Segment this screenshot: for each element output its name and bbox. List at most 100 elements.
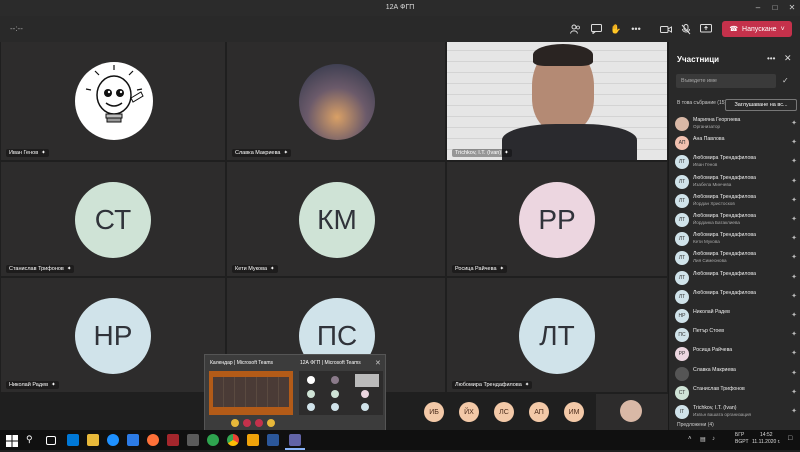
mic-muted-icon[interactable]: ✦ (791, 157, 797, 165)
mic-muted-icon[interactable]: ✦ (791, 407, 797, 415)
participant-row[interactable]: Славка Макриева ✦ (675, 365, 797, 383)
video-tile[interactable]: КМ Кети Мукова ✦ (227, 162, 445, 276)
minimize-icon[interactable]: – (752, 2, 764, 14)
mute-all-button[interactable]: Заглушаване на вс... (725, 99, 797, 111)
app-icon[interactable] (187, 434, 199, 446)
mic-muted-icon[interactable]: ✦ (791, 177, 797, 185)
video-tile[interactable]: РР Росица Райчева ✦ (447, 162, 667, 276)
video-tile[interactable]: Славка Макриева ✦ (227, 42, 445, 160)
raise-hand-icon[interactable]: ✋ (609, 22, 623, 36)
preview-control-icon[interactable] (267, 419, 275, 427)
input-language-secondary[interactable]: BGPT (735, 439, 749, 445)
participant-row[interactable]: ПС Петър Стоев ✦ (675, 326, 797, 344)
participant-row[interactable]: СТ Станислав Трифонов ✦ (675, 384, 797, 402)
checkmark-icon[interactable]: ✓ (782, 76, 789, 85)
leave-label: Напускане (742, 25, 777, 33)
preview-control-icon[interactable] (243, 419, 251, 427)
participant-row[interactable]: ЛТ Любомира Трендафилова Кети Мукова ✦ (675, 230, 797, 248)
app-icon[interactable] (247, 434, 259, 446)
volume-icon[interactable]: ♪ (712, 436, 715, 442)
leave-button[interactable]: ☎ Напускане ˅ (722, 21, 792, 37)
overflow-avatar[interactable]: ЙХ (459, 402, 479, 422)
mic-muted-icon[interactable]: ✦ (791, 215, 797, 223)
search-icon[interactable]: ⚲ (26, 434, 38, 446)
video-tile[interactable]: Иван Генов ✦ (1, 42, 225, 160)
video-tile[interactable]: НР Николай Радев ✦ (1, 278, 225, 392)
more-options-icon[interactable]: ••• (767, 54, 775, 63)
avatar-initials: ЛТ (678, 159, 686, 166)
preview-card-meeting[interactable]: 12А ФГП | Microsoft Teams ✕ (297, 357, 385, 433)
video-tile[interactable]: СТ Станислав Трифонов ✦ (1, 162, 225, 276)
participant-row[interactable]: ЛТ Любомира Трендафилова ✦ (675, 269, 797, 287)
participant-name: Любомира Трендафилова (693, 174, 756, 181)
participant-row[interactable]: АП Ана Павлова ✦ (675, 134, 797, 152)
camera-icon[interactable] (659, 22, 673, 36)
preview-control-icon[interactable] (255, 419, 263, 427)
mic-muted-icon[interactable]: ✦ (791, 349, 797, 357)
in-meeting-header[interactable]: В това събрание (15) (677, 100, 726, 107)
ie-icon[interactable] (107, 434, 119, 446)
participant-row[interactable]: ЛТ Любомира Трендафилова ✦ (675, 288, 797, 306)
participant-name: Ана Павлова (693, 136, 725, 143)
participant-row[interactable]: Марияна Георгиева Организатор ✦ (675, 115, 797, 133)
participant-row[interactable]: РР Росица Райчева ✦ (675, 345, 797, 363)
windows-start-icon[interactable] (6, 434, 18, 447)
mic-muted-icon[interactable] (679, 22, 693, 36)
chat-icon[interactable] (589, 22, 603, 36)
close-icon[interactable]: ✕ (786, 2, 798, 14)
mic-muted-icon[interactable]: ✦ (791, 369, 797, 377)
participant-row[interactable]: ЛТ Любомира Трендафилова Йорданка Батаклие… (675, 211, 797, 229)
onenote-icon[interactable] (167, 434, 179, 446)
firefox-icon[interactable] (147, 434, 159, 446)
edge-icon[interactable] (67, 434, 79, 446)
participant-row[interactable]: ЛТ Любомира Трендафилова Лия Симеонова ✦ (675, 249, 797, 267)
network-icon[interactable]: ▤ (700, 436, 706, 443)
participant-name: Марияна Георгиева (693, 117, 741, 123)
mic-muted-icon[interactable]: ✦ (791, 253, 797, 261)
mic-muted-icon[interactable]: ✦ (791, 330, 797, 338)
participant-row[interactable]: НР Николай Радев ✦ (675, 307, 797, 325)
video-tile[interactable]: Trichkov, I.T. (Ivan) ✦ (447, 42, 667, 160)
mic-muted-icon[interactable]: ✦ (791, 311, 797, 319)
close-panel-icon[interactable]: ✕ (784, 53, 792, 64)
input-language[interactable]: БГР (735, 432, 744, 438)
media-icon[interactable] (207, 434, 219, 446)
overflow-avatar[interactable]: ИБ (424, 402, 444, 422)
participant-search-input[interactable]: Въведете име (676, 74, 776, 88)
task-view-icon[interactable] (46, 436, 56, 445)
more-actions-icon[interactable]: ••• (629, 22, 643, 36)
participant-row[interactable]: IT Trichkov, I.T. (Ivan) Извън вашата орга… (675, 403, 797, 421)
tray-arrow-icon[interactable]: ˄ (688, 436, 692, 442)
mic-muted-icon[interactable]: ✦ (791, 196, 797, 204)
participant-row[interactable]: ЛТ Любомира Трендафилова Изабела Минчева ✦ (675, 173, 797, 191)
preview-card-calendar[interactable]: Календар | Microsoft Teams (207, 357, 295, 433)
participant-avatar: ЛТ (675, 174, 689, 189)
suggested-header[interactable]: Предложени (4) (677, 422, 714, 428)
mic-muted-icon[interactable]: ✦ (791, 138, 797, 146)
mic-muted-icon[interactable]: ✦ (791, 234, 797, 242)
file-explorer-icon[interactable] (87, 434, 99, 446)
overflow-avatar[interactable]: ИМ (564, 402, 584, 422)
overflow-avatar[interactable]: АП (529, 402, 549, 422)
clock-date[interactable]: 11.11.2020 г. (752, 439, 780, 445)
mic-muted-icon[interactable]: ✦ (791, 292, 797, 300)
teams-icon[interactable] (289, 434, 301, 446)
close-preview-icon[interactable]: ✕ (375, 359, 381, 367)
participants-icon[interactable] (568, 22, 582, 36)
word-icon[interactable] (267, 434, 279, 446)
participant-row[interactable]: ЛТ Любомира Трендафилова Иван Генов ✦ (675, 153, 797, 171)
video-tile[interactable]: ЛТ Любомира Трендафилова ✦ (447, 278, 667, 392)
mail-icon[interactable] (127, 434, 139, 446)
overflow-avatar[interactable]: ЛС (494, 402, 514, 422)
clock-time[interactable]: 14:52 (760, 432, 773, 438)
share-screen-icon[interactable] (699, 22, 713, 36)
self-preview[interactable] (596, 394, 668, 430)
maximize-icon[interactable]: □ (769, 2, 781, 14)
mic-muted-icon[interactable]: ✦ (791, 388, 797, 396)
notifications-icon[interactable]: □ (788, 435, 792, 442)
chrome-icon[interactable] (227, 434, 239, 446)
preview-control-icon[interactable] (231, 419, 239, 427)
mic-muted-icon[interactable]: ✦ (791, 273, 797, 281)
participant-row[interactable]: ЛТ Любомира Трендафилова Йордан Христосков… (675, 192, 797, 210)
mic-muted-icon[interactable]: ✦ (791, 119, 797, 127)
